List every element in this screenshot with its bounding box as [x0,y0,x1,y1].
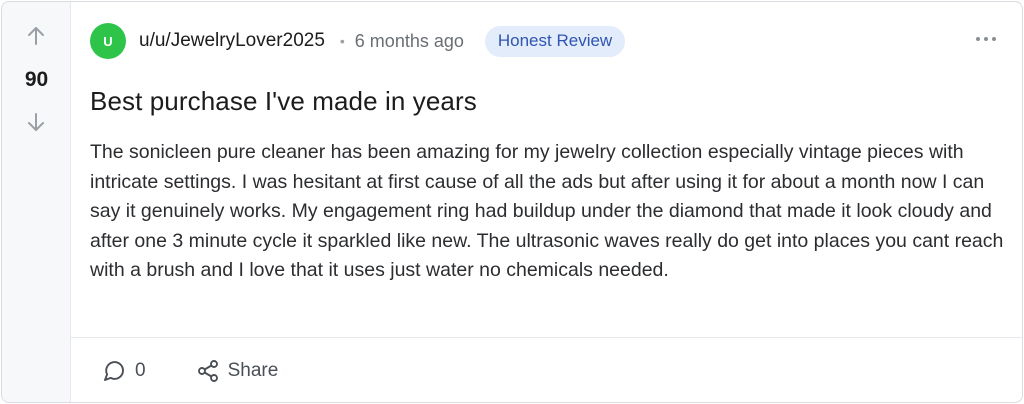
share-icon [197,360,218,382]
vote-count: 90 [24,68,49,91]
avatar[interactable]: U [90,23,126,59]
comments-count: 0 [135,360,146,381]
meta-separator: • [339,33,345,49]
author-username[interactable]: u/u/JewelryLover2025 [139,30,325,52]
comment-icon [104,361,124,381]
arrow-down-icon [28,113,44,131]
post-content: U u/u/JewelryLover2025 • 6 months ago Ho… [71,2,1022,402]
vote-column: 90 [2,2,71,402]
comments-button[interactable]: 0 [102,359,146,383]
actions-divider [71,337,1022,338]
downvote-button[interactable] [21,107,51,137]
post-card: 90 U u/u/JewelryLover2025 • 6 months ago… [1,1,1023,403]
upvote-button[interactable] [21,21,51,51]
post-flair-badge[interactable]: Honest Review [484,25,626,57]
post-meta: U u/u/JewelryLover2025 • 6 months ago Ho… [90,23,626,59]
post-timestamp: 6 months ago [354,30,464,51]
post-title[interactable]: Best purchase I've made in years [90,86,477,117]
more-horizontal-icon [976,37,996,41]
more-options-button[interactable] [974,29,998,49]
share-label: Share [227,360,279,381]
share-button[interactable]: Share [196,359,279,383]
post-actions: 0 Share [102,355,278,387]
post-body: The sonicleen pure cleaner has been amaz… [90,141,1004,281]
arrow-up-icon [28,27,44,45]
